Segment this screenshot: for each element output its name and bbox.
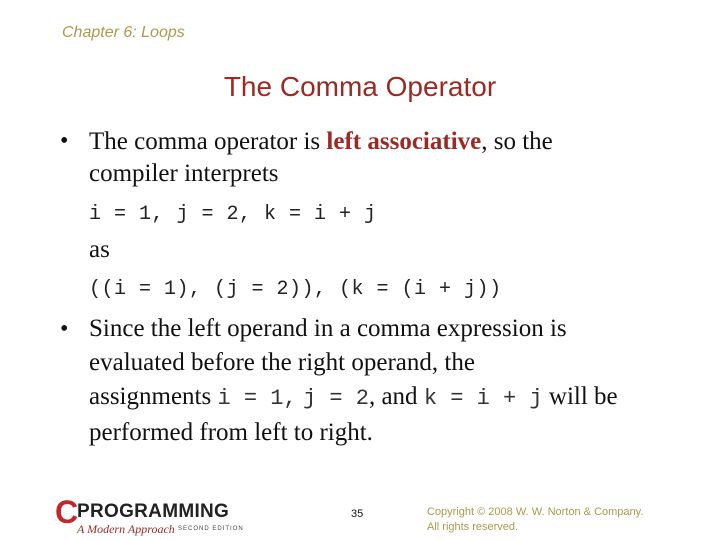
- code-line-2: ((i = 1), (j = 2)), (k = (i + j)): [89, 278, 502, 301]
- bullet-2-line-3: assignments i = 1, j = 2, and k = i + j …: [89, 380, 618, 416]
- page-number: 35: [351, 508, 364, 520]
- bullet-2-line-1: Since the left operand in a comma expres…: [89, 315, 567, 342]
- logo-c-icon: C: [55, 494, 79, 530]
- logo-title: PROGRAMMING: [77, 501, 230, 522]
- logo-subtitle: A Modern Approach: [77, 522, 175, 536]
- chapter-header: Chapter 6: Loops: [62, 24, 185, 41]
- bullet-marker: •: [60, 316, 69, 342]
- text: will be: [542, 383, 618, 410]
- text: The comma operator is: [89, 128, 327, 155]
- slide-title: The Comma Operator: [0, 71, 720, 103]
- bullet-1-line-1: The comma operator is left associative, …: [89, 126, 553, 158]
- bullet-1-line-2: compiler interprets: [89, 160, 279, 187]
- slide-title-text: The Comma Operator: [223, 71, 497, 102]
- text: assignments: [89, 383, 218, 410]
- bullet-2-line-2: evaluated before the right operand, the: [89, 349, 475, 376]
- bullet-marker: •: [60, 128, 69, 154]
- text: , and: [368, 383, 424, 410]
- bullet-2-line-4: performed from left to right.: [89, 419, 373, 446]
- text: , so the: [481, 128, 553, 155]
- as-label: as: [89, 236, 110, 263]
- code-line-1: i = 1, j = 2, k = i + j: [89, 203, 377, 226]
- copyright: Copyright © 2008 W. W. Norton & Company.…: [427, 505, 643, 535]
- inline-code: k = i + j: [423, 386, 543, 411]
- highlight-term: left associative: [326, 128, 482, 155]
- book-logo: C PROGRAMMING A Modern Approach SECOND E…: [55, 496, 270, 540]
- bullet-2-text: Since the left operand in a comma expres…: [89, 312, 618, 450]
- bullet-1-text: The comma operator is left associative, …: [89, 126, 553, 190]
- copyright-line-1: Copyright © 2008 W. W. Norton & Company.: [427, 506, 644, 518]
- inline-code: i = 1,: [217, 386, 297, 411]
- logo-edition: SECOND EDITION: [178, 526, 244, 532]
- inline-code: j = 2: [302, 386, 369, 411]
- copyright-line-2: All rights reserved.: [427, 521, 519, 533]
